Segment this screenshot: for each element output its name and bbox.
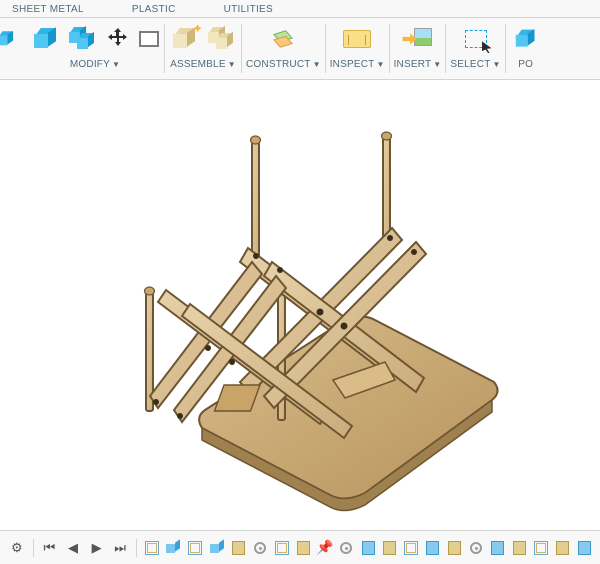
tab-utilities[interactable]: UTILITIES: [220, 4, 277, 17]
feature-joint[interactable]: [466, 538, 486, 558]
feature-extrude[interactable]: [380, 538, 400, 558]
feature-extrude[interactable]: [574, 538, 594, 558]
dropdown-icon: ▼: [493, 60, 501, 69]
tool-icon[interactable]: [510, 23, 542, 55]
workspace-tabs: SHEET METAL PLASTIC UTILITIES: [0, 0, 600, 18]
cutoff-label: PO: [518, 59, 533, 70]
dropdown-icon: ▼: [112, 60, 120, 69]
select-icon[interactable]: [460, 23, 492, 55]
feature-pin[interactable]: 📌: [315, 538, 335, 558]
feature-joint[interactable]: [250, 538, 270, 558]
insert-label[interactable]: INSERT▼: [394, 59, 442, 70]
tab-sheet-metal[interactable]: SHEET METAL: [8, 4, 88, 17]
dropdown-icon: ▼: [376, 60, 384, 69]
plane-icon[interactable]: [267, 23, 299, 55]
feature-sketch[interactable]: [185, 538, 205, 558]
modify-label[interactable]: MODIFY▼: [70, 59, 120, 70]
feature-joint[interactable]: [337, 538, 357, 558]
construct-label[interactable]: CONSTRUCT▼: [246, 59, 321, 70]
insert-image-icon[interactable]: [401, 23, 433, 55]
inspect-label[interactable]: INSPECT▼: [330, 59, 385, 70]
timeline-end-icon[interactable]: ⏭: [109, 537, 131, 559]
feature-sketch[interactable]: [142, 538, 162, 558]
feature-sketch[interactable]: [272, 538, 292, 558]
timeline-play-icon[interactable]: ▶: [86, 537, 108, 559]
new-component-icon[interactable]: ✦: [169, 23, 201, 55]
feature-sketch[interactable]: [531, 538, 551, 558]
tab-plastic[interactable]: PLASTIC: [128, 4, 180, 17]
group-insert: INSERT▼: [390, 18, 446, 79]
timeline-bar: ⚙ ⏮ ◀ ▶ ⏭ 📌: [0, 530, 600, 564]
dropdown-icon: ▼: [228, 60, 236, 69]
shell-icon[interactable]: [66, 23, 98, 55]
measure-icon[interactable]: [341, 23, 373, 55]
feature-extrude[interactable]: [510, 538, 530, 558]
group-select: SELECT▼: [446, 18, 504, 79]
move-icon[interactable]: [102, 23, 134, 55]
dropdown-icon: ▼: [433, 60, 441, 69]
feature-extrude[interactable]: [358, 538, 378, 558]
timeline-back-icon[interactable]: ◀: [62, 537, 84, 559]
group-modify: MODIFY▼: [26, 18, 164, 79]
group-assemble: ✦ ASSEMBLE▼: [165, 18, 241, 79]
group-inspect: INSPECT▼: [326, 18, 389, 79]
model-viewport[interactable]: [0, 80, 600, 530]
feature-extrude[interactable]: [228, 538, 248, 558]
dropdown-icon: ▼: [313, 60, 321, 69]
feature-extrude[interactable]: [488, 538, 508, 558]
timeline-start-icon[interactable]: ⏮: [39, 537, 61, 559]
feature-sketch[interactable]: [401, 538, 421, 558]
feature-extrude[interactable]: [164, 538, 184, 558]
ribbon-toolbar: MODIFY▼ ✦ ASSEMBLE▼: [0, 18, 600, 80]
feature-extrude[interactable]: [293, 538, 313, 558]
group-cutoff: PO: [506, 18, 546, 79]
joint-icon[interactable]: [205, 23, 237, 55]
rectangle-icon[interactable]: [138, 28, 160, 50]
model-canvas: [0, 80, 600, 530]
feature-extrude[interactable]: [553, 538, 573, 558]
press-pull-icon[interactable]: [30, 23, 62, 55]
feature-extrude[interactable]: [423, 538, 443, 558]
timeline-gear-icon[interactable]: ⚙: [6, 537, 28, 559]
assemble-label[interactable]: ASSEMBLE▼: [170, 59, 236, 70]
select-label[interactable]: SELECT▼: [450, 59, 500, 70]
feature-extrude[interactable]: [207, 538, 227, 558]
group-left-partial: [0, 18, 26, 79]
tool-icon[interactable]: [0, 28, 22, 50]
group-construct: CONSTRUCT▼: [242, 18, 325, 79]
feature-extrude[interactable]: [445, 538, 465, 558]
